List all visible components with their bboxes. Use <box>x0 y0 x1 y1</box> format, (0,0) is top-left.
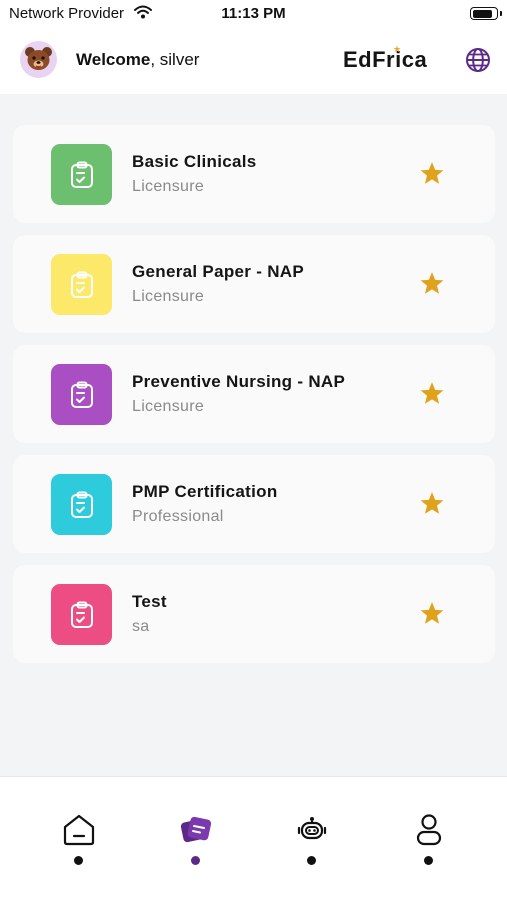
nav-indicator-dot <box>307 856 316 865</box>
course-category: Professional <box>132 508 224 525</box>
welcome-greeting: Welcome <box>76 50 151 69</box>
favorite-star-icon[interactable] <box>419 381 445 411</box>
course-category: Licensure <box>132 178 205 195</box>
battery-nub <box>500 11 502 16</box>
battery-icon <box>470 7 502 20</box>
favorite-star-icon[interactable] <box>419 161 445 191</box>
globe-icon[interactable] <box>465 47 491 78</box>
clipboard-check-icon <box>70 271 93 298</box>
edfrica-logo: EdFrica <box>343 47 428 72</box>
bottom-nav <box>0 776 507 900</box>
course-category: Licensure <box>132 288 205 305</box>
course-card[interactable]: Basic Clinicals Licensure <box>13 125 495 223</box>
course-icon-tile <box>51 474 112 535</box>
clipboard-check-icon <box>70 491 93 518</box>
course-category: sa <box>132 618 150 635</box>
battery-fill <box>472 9 493 18</box>
status-bar: Network Provider 11:13 PM <box>0 0 507 28</box>
nav-profile[interactable] <box>409 813 449 873</box>
nav-courses[interactable] <box>176 813 216 873</box>
status-time: 11:13 PM <box>221 5 286 22</box>
avatar[interactable] <box>20 41 57 78</box>
course-title: Basic Clinicals <box>132 152 257 171</box>
course-title: Test <box>132 592 167 611</box>
course-icon-tile <box>51 144 112 205</box>
course-card[interactable]: General Paper - NAP Licensure <box>13 235 495 333</box>
app-header: Welcome, silver EdFrica ★ <box>0 28 507 94</box>
clipboard-check-icon <box>70 161 93 188</box>
course-card[interactable]: Test sa <box>13 565 495 663</box>
course-category: Licensure <box>132 398 205 415</box>
nav-indicator-dot <box>424 856 433 865</box>
nav-robot[interactable] <box>292 813 332 873</box>
home-icon <box>63 814 95 846</box>
welcome-message: Welcome, silver <box>76 50 199 70</box>
profile-icon <box>416 814 442 846</box>
favorite-star-icon[interactable] <box>419 601 445 631</box>
course-list: Basic Clinicals Licensure General Paper - … <box>0 94 507 776</box>
favorite-star-icon[interactable] <box>419 491 445 521</box>
nav-indicator-dot <box>74 856 83 865</box>
robot-icon <box>297 817 327 840</box>
courses-icon <box>180 816 212 843</box>
logo-star-icon: ★ <box>393 44 402 54</box>
course-icon-tile <box>51 364 112 425</box>
nav-home[interactable] <box>59 813 99 873</box>
clipboard-check-icon <box>70 601 93 628</box>
favorite-star-icon[interactable] <box>419 271 445 301</box>
clipboard-check-icon <box>70 381 93 408</box>
course-icon-tile <box>51 584 112 645</box>
bear-avatar-icon <box>25 47 52 70</box>
course-title: PMP Certification <box>132 482 278 501</box>
course-card[interactable]: PMP Certification Professional <box>13 455 495 553</box>
nav-indicator-dot-active <box>191 856 200 865</box>
welcome-username: , silver <box>150 50 200 69</box>
course-title: Preventive Nursing - NAP <box>132 372 346 391</box>
course-card[interactable]: Preventive Nursing - NAP Licensure <box>13 345 495 443</box>
course-title: General Paper - NAP <box>132 262 304 281</box>
course-icon-tile <box>51 254 112 315</box>
